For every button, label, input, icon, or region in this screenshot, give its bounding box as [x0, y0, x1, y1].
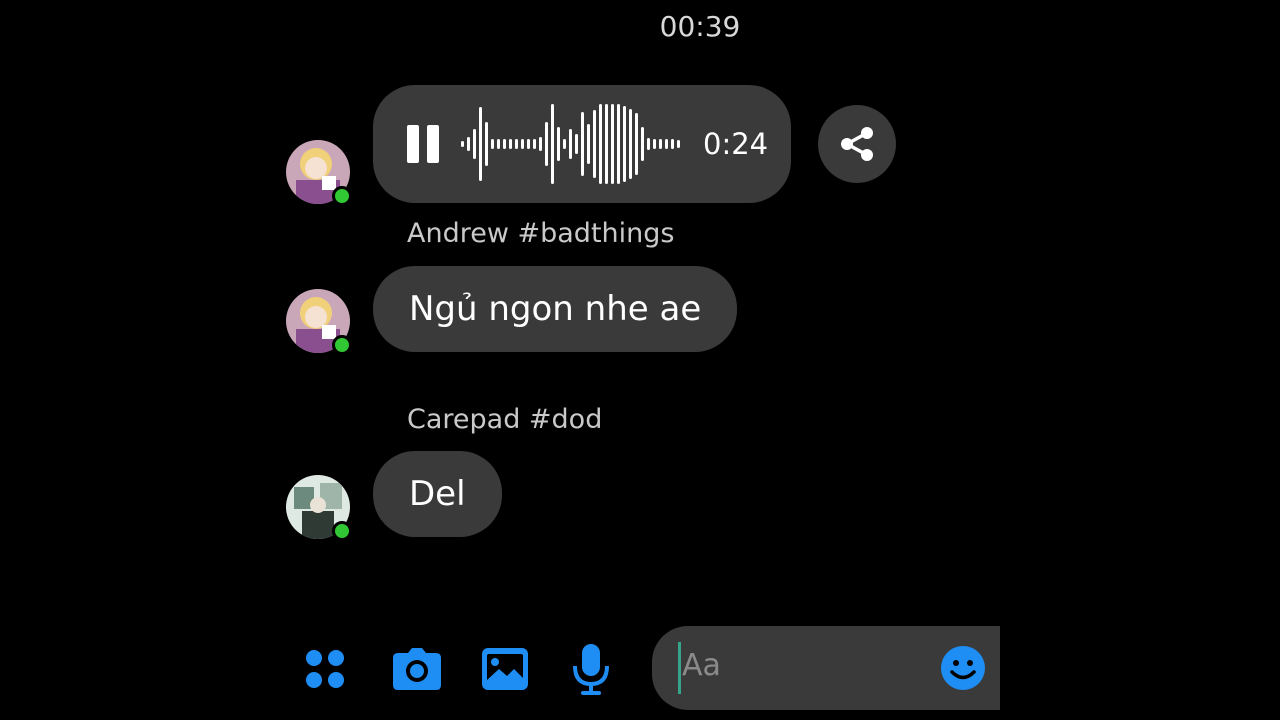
waveform-bar [569, 129, 572, 159]
message-bubble[interactable]: Del [373, 451, 502, 537]
waveform-bar [563, 139, 566, 149]
avatar-carepad[interactable] [286, 475, 352, 541]
message-input[interactable]: Aa [652, 626, 1000, 710]
sender-name: Andrew #badthings [407, 218, 675, 249]
waveform-bar [521, 139, 524, 149]
online-status-dot [332, 335, 352, 355]
gallery-icon[interactable] [478, 644, 532, 694]
camera-icon[interactable] [390, 644, 444, 694]
share-icon [841, 127, 873, 161]
apps-icon[interactable] [300, 644, 350, 694]
waveform-bar [575, 134, 578, 154]
message-text: Del [409, 474, 466, 514]
waveform-bar [605, 104, 608, 184]
waveform-bar [467, 137, 470, 151]
waveform-bar [677, 140, 680, 148]
waveform-bar [503, 139, 506, 149]
waveform-bar [617, 104, 620, 184]
waveform-bar [581, 112, 584, 176]
audio-waveform[interactable] [461, 104, 683, 184]
text-caret [678, 642, 681, 694]
waveform-bar [611, 104, 614, 184]
waveform-bar [527, 139, 530, 149]
waveform-bar [635, 113, 638, 175]
waveform-bar [551, 104, 554, 184]
waveform-bar [491, 139, 494, 149]
waveform-bar [647, 138, 650, 150]
waveform-bar [545, 122, 548, 166]
waveform-bar [509, 139, 512, 149]
online-status-dot [332, 186, 352, 206]
sender-name: Carepad #dod [407, 404, 603, 435]
waveform-bar [671, 139, 674, 149]
pause-icon[interactable] [407, 125, 439, 163]
waveform-bar [497, 139, 500, 149]
waveform-bar [539, 137, 542, 151]
message-bubble[interactable]: Ngủ ngon nhe ae [373, 266, 738, 352]
waveform-bar [557, 127, 560, 161]
share-button[interactable] [818, 105, 896, 183]
waveform-bar [533, 139, 536, 149]
waveform-bar [659, 139, 662, 149]
waveform-bar [623, 106, 626, 182]
microphone-icon[interactable] [568, 640, 614, 698]
voice-duration: 0:24 [703, 127, 769, 161]
online-status-dot [332, 521, 352, 541]
waveform-bar [653, 139, 656, 149]
message-text: Ngủ ngon nhe ae [409, 289, 702, 329]
waveform-bar [599, 104, 602, 184]
waveform-bar [473, 129, 476, 159]
avatar-andrew[interactable] [286, 140, 352, 206]
waveform-bar [479, 107, 482, 181]
waveform-bar [587, 124, 590, 164]
waveform-bar [641, 127, 644, 161]
waveform-bar [593, 110, 596, 178]
waveform-bar [665, 139, 668, 149]
emoji-icon[interactable] [940, 645, 986, 695]
avatar-andrew[interactable] [286, 289, 352, 355]
chat-timestamp: 00:39 [659, 10, 741, 43]
waveform-bar [629, 109, 632, 179]
waveform-bar [515, 139, 518, 149]
waveform-bar [485, 122, 488, 166]
waveform-bar [461, 141, 464, 147]
input-placeholder: Aa [682, 648, 721, 683]
voice-message-bubble[interactable]: 0:24 [373, 85, 791, 203]
